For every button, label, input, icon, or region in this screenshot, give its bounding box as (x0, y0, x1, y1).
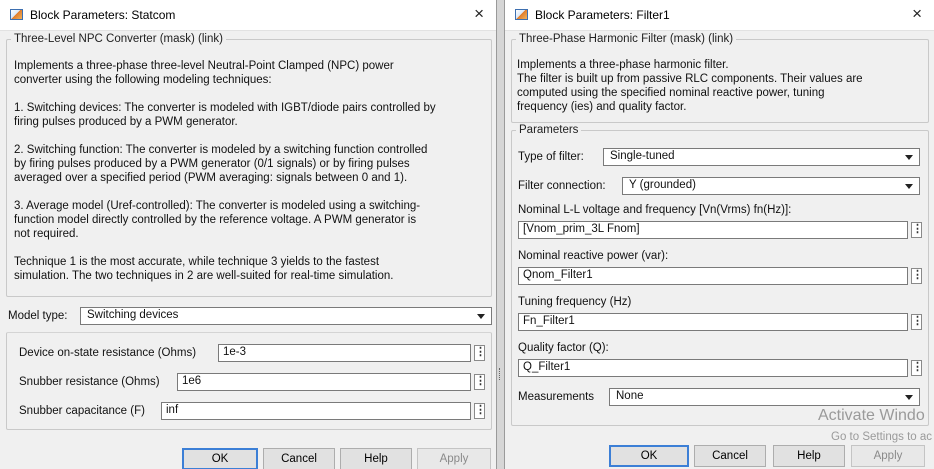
description-line: firing pulses produced by a PWM generato… (14, 116, 238, 128)
title-bar[interactable]: Block Parameters: Statcom × (0, 0, 496, 31)
model-type-value: Switching devices (87, 309, 179, 321)
tuning-frequency-label: Tuning frequency (Hz) (518, 296, 632, 308)
mask-description: Implements a three-phase three-level Neu… (14, 59, 436, 283)
description-line (14, 185, 436, 199)
activation-watermark: Activate Windo (818, 407, 925, 424)
group-title: Three-Phase Harmonic Filter (mask) (link… (519, 33, 734, 45)
description-line: converter using the following modeling t… (14, 74, 272, 86)
field-menu-icon[interactable]: ⋮ (474, 374, 486, 390)
chevron-down-icon (477, 314, 485, 319)
description-line: computed using the specified nominal rea… (517, 87, 825, 99)
statcom-dialog: Block Parameters: Statcom × Three-Level … (0, 0, 497, 469)
quality-factor-field[interactable]: Q_Filter1 (518, 359, 908, 377)
description-line: 1. Switching devices: The converter is m… (14, 102, 436, 114)
field-menu-icon[interactable]: ⋮ (911, 222, 923, 238)
description-line (14, 129, 436, 143)
parameters-title: Parameters (519, 124, 579, 136)
filter-connection-label: Filter connection: (518, 180, 606, 192)
chevron-down-icon (905, 395, 913, 400)
param-label: Snubber capacitance (F) (19, 405, 145, 417)
measurements-dropdown[interactable]: None (609, 388, 920, 406)
description-line: averaged over a specified period (PWM av… (14, 172, 408, 184)
description-line: The filter is built up from passive RLC … (517, 73, 863, 85)
description-line: Implements a three-phase three-level Neu… (14, 60, 394, 72)
ok-button[interactable]: OK (182, 448, 258, 469)
filter1-dialog: Block Parameters: Filter1 × Three-Phase … (504, 0, 934, 469)
model-type-dropdown[interactable]: Switching devices (80, 307, 492, 325)
field-menu-icon[interactable]: ⋮ (911, 314, 923, 330)
description-line: function model directly controlled by th… (14, 214, 417, 226)
description-line: 2. Switching function: The converter is … (14, 144, 428, 156)
description-line: Implements a three-phase harmonic filter… (517, 59, 729, 71)
simulink-block-icon (515, 9, 528, 20)
apply-button[interactable]: Apply (851, 445, 925, 467)
measurements-value: None (616, 390, 644, 402)
tuning-frequency-field[interactable]: Fn_Filter1 (518, 313, 908, 331)
description-line: by firing pulses produced by a PWM gener… (14, 158, 410, 170)
simulink-block-icon (10, 9, 23, 20)
group-title: Three-Level NPC Converter (mask) (link) (14, 33, 223, 45)
chevron-down-icon (905, 155, 913, 160)
window-title: Block Parameters: Statcom (30, 8, 176, 22)
apply-button[interactable]: Apply (417, 448, 491, 469)
snubber-resistance-field[interactable]: 1e6 (177, 373, 471, 391)
param-label: Device on-state resistance (Ohms) (19, 347, 197, 359)
quality-factor-label: Quality factor (Q): (518, 342, 609, 354)
description-line: 3. Average model (Uref-controlled): The … (14, 200, 421, 212)
activation-watermark-subtext: Go to Settings to ac (831, 431, 933, 443)
filter-connection-dropdown[interactable]: Y (grounded) (622, 177, 920, 195)
type-of-filter-value: Single-tuned (610, 150, 675, 162)
description-line: not required. (14, 228, 79, 240)
on-state-resistance-field[interactable]: 1e-3 (218, 344, 471, 362)
field-menu-icon[interactable]: ⋮ (911, 360, 923, 376)
ok-button[interactable]: OK (609, 445, 689, 467)
field-menu-icon[interactable]: ⋮ (911, 268, 923, 284)
model-type-label: Model type: (8, 310, 68, 322)
reactive-power-field[interactable]: Qnom_Filter1 (518, 267, 908, 285)
description-line (14, 87, 436, 101)
nominal-voltage-field[interactable]: [Vnom_prim_3L Fnom] (518, 221, 908, 239)
description-line: Technique 1 is the most accurate, while … (14, 256, 380, 268)
field-menu-icon[interactable]: ⋮ (474, 403, 486, 419)
chevron-down-icon (905, 184, 913, 189)
measurements-label: Measurements (518, 391, 595, 403)
param-label: Snubber resistance (Ohms) (19, 376, 160, 388)
splitter-grip (499, 368, 502, 380)
help-button[interactable]: Help (340, 448, 412, 469)
description-line: frequency (ies) and quality factor. (517, 101, 687, 113)
cancel-button[interactable]: Cancel (263, 448, 335, 469)
type-of-filter-label: Type of filter: (518, 151, 584, 163)
mask-description: Implements a three-phase harmonic filter… (517, 58, 863, 114)
close-icon[interactable]: × (912, 5, 922, 22)
cancel-button[interactable]: Cancel (694, 445, 766, 467)
filter-connection-value: Y (grounded) (629, 179, 696, 191)
reactive-power-label: Nominal reactive power (var): (518, 250, 669, 262)
window-title: Block Parameters: Filter1 (535, 8, 670, 22)
field-menu-icon[interactable]: ⋮ (474, 345, 486, 361)
description-line (14, 241, 436, 255)
description-line: simulation. The two techniques in 2 are … (14, 270, 394, 282)
snubber-capacitance-field[interactable]: inf (161, 402, 471, 420)
title-bar[interactable]: Block Parameters: Filter1 × (505, 0, 934, 31)
window-splitter[interactable] (497, 0, 504, 469)
nominal-voltage-label: Nominal L-L voltage and frequency [Vn(Vr… (518, 204, 792, 216)
close-icon[interactable]: × (474, 5, 484, 22)
help-button[interactable]: Help (773, 445, 845, 467)
type-of-filter-dropdown[interactable]: Single-tuned (603, 148, 920, 166)
